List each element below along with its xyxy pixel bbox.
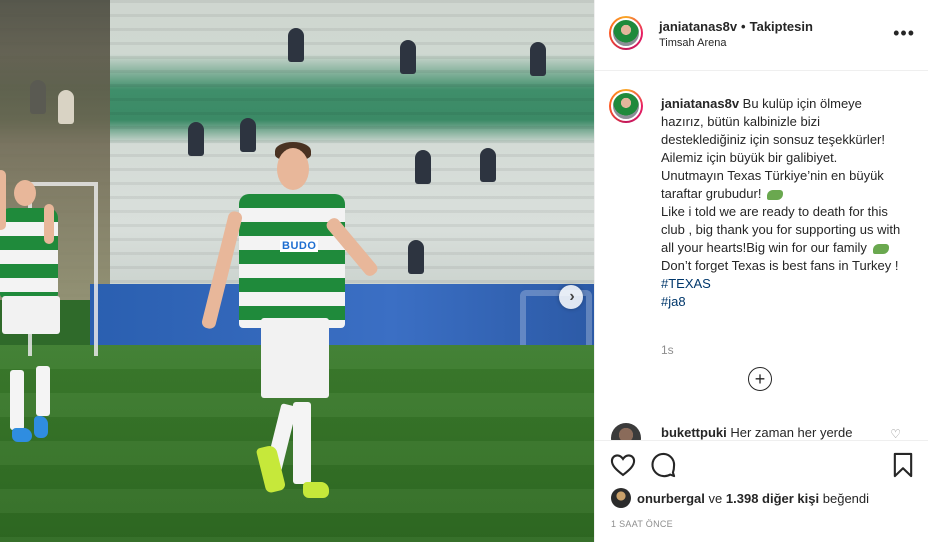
background-player <box>0 170 70 450</box>
comment-item: bukettpuki Her zaman her yerde ♡ <box>611 423 911 440</box>
caption-text-en-2: Don’t forget Texas is best fans in Turke… <box>661 258 899 273</box>
heart-icon[interactable] <box>609 451 637 479</box>
likes-summary: onurbergal ve 1.398 diğer kişi beğendi <box>611 488 869 508</box>
caption-author-avatar[interactable] <box>609 89 643 123</box>
instagram-post-modal: BUDO › janiatanas8v • Takiptesin Timsah Ar… <box>0 0 928 543</box>
next-photo-button[interactable]: › <box>559 285 583 309</box>
spectator <box>408 240 424 274</box>
post-actions-bar: onurbergal ve 1.398 diğer kişi beğendi 1… <box>595 440 928 543</box>
liker-avatar[interactable] <box>611 488 631 508</box>
chevron-right-icon: › <box>569 288 575 305</box>
comment-body: Her zaman her yerde <box>730 425 853 440</box>
comment-like-icon[interactable]: ♡ <box>890 427 901 440</box>
follow-status-button[interactable]: Takiptesin <box>750 19 813 34</box>
caption-username-link[interactable]: janiatanas8v <box>661 96 739 111</box>
spectator <box>288 28 304 62</box>
commenter-username-link[interactable]: bukettpuki <box>661 425 727 440</box>
comments-section: janiatanas8v Bu kulüp için ölmeye hazırı… <box>595 71 928 440</box>
author-line: janiatanas8v • Takiptesin <box>659 19 813 34</box>
location-link[interactable]: Timsah Arena <box>659 37 726 49</box>
shirt-sponsor-logo: BUDO <box>280 240 319 252</box>
hashtag-link[interactable]: #TEXAS <box>661 276 711 291</box>
spectator <box>415 150 431 184</box>
other-likes-link[interactable]: 1.398 diğer kişi <box>726 491 819 506</box>
author-username-link[interactable]: janiatanas8v <box>659 19 737 34</box>
crocodile-emoji-icon <box>767 189 784 200</box>
spectator <box>188 122 204 156</box>
spectator <box>480 148 496 182</box>
more-options-icon[interactable]: ••• <box>893 24 915 42</box>
crocodile-emoji-icon <box>872 243 889 254</box>
plus-circle-icon[interactable]: + <box>748 367 772 391</box>
spectator <box>530 42 546 76</box>
spectator <box>58 90 74 124</box>
post-header: janiatanas8v • Takiptesin Timsah Arena ••• <box>595 0 928 71</box>
comment-text: bukettpuki Her zaman her yerde <box>661 425 852 440</box>
liker-username-link[interactable]: onurbergal <box>637 491 705 506</box>
separator-dot: • <box>741 19 746 34</box>
caption-text-en: Like i told we are ready to death for th… <box>661 204 904 255</box>
likes-suffix: beğendi <box>822 490 870 506</box>
author-avatar[interactable] <box>609 16 643 50</box>
commenter-avatar[interactable] <box>611 423 641 440</box>
post-caption: janiatanas8v Bu kulüp için ölmeye hazırı… <box>661 95 901 311</box>
comment-bubble-icon[interactable] <box>649 451 677 479</box>
caption-time: 1s <box>661 343 674 357</box>
caption-text-tr: Bu kulüp için ölmeye hazırız, bütün kalb… <box>661 96 888 201</box>
spectator <box>30 80 46 114</box>
hashtag-link[interactable]: #ja8 <box>661 294 686 309</box>
main-player: BUDO <box>200 140 405 500</box>
post-photo[interactable]: BUDO › <box>0 0 594 542</box>
likes-connector: ve <box>708 490 723 506</box>
bookmark-icon[interactable] <box>889 451 917 479</box>
post-timestamp[interactable]: 1 SAAT ÖNCE <box>611 519 673 529</box>
spectator <box>400 40 416 74</box>
post-side-panel: janiatanas8v • Takiptesin Timsah Arena •••… <box>594 0 928 543</box>
